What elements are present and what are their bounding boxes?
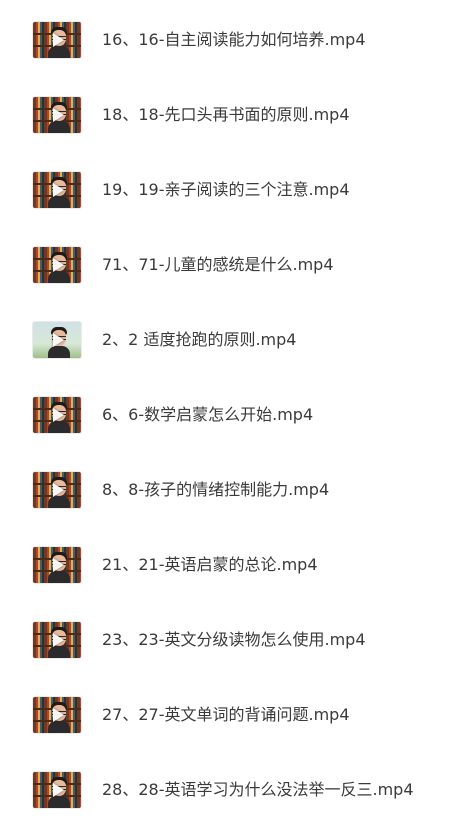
file-name[interactable]: 18、18-先口头再书面的原则.mp4 bbox=[102, 104, 350, 126]
video-thumbnail[interactable] bbox=[33, 97, 81, 133]
file-name[interactable]: 23、23-英文分级读物怎么使用.mp4 bbox=[102, 629, 366, 651]
file-item-71[interactable]: 71、71-儿童的感统是什么.mp4 bbox=[0, 235, 472, 295]
video-thumbnail[interactable] bbox=[33, 697, 81, 733]
play-icon bbox=[53, 258, 64, 272]
video-thumbnail-light[interactable] bbox=[33, 322, 81, 358]
video-thumbnail[interactable] bbox=[33, 22, 81, 58]
file-name[interactable]: 19、19-亲子阅读的三个注意.mp4 bbox=[102, 179, 350, 201]
file-name[interactable]: 16、16-自主阅读能力如何培养.mp4 bbox=[102, 29, 366, 51]
file-name[interactable]: 2、2 适度抢跑的原则.mp4 bbox=[102, 329, 296, 351]
file-item-6[interactable]: 6、6-数学启蒙怎么开始.mp4 bbox=[0, 385, 472, 445]
file-item-19[interactable]: 19、19-亲子阅读的三个注意.mp4 bbox=[0, 160, 472, 220]
file-item-16[interactable]: 16、16-自主阅读能力如何培养.mp4 bbox=[0, 10, 472, 70]
video-file-list: 16、16-自主阅读能力如何培养.mp4 18、18-先口头再书面的原则.mp4… bbox=[0, 0, 472, 825]
play-icon bbox=[53, 558, 64, 572]
play-icon bbox=[53, 108, 64, 122]
file-item-21[interactable]: 21、21-英语启蒙的总论.mp4 bbox=[0, 535, 472, 595]
play-icon bbox=[53, 33, 64, 47]
file-item-28[interactable]: 28、28-英语学习为什么没法举一反三.mp4 bbox=[0, 760, 472, 820]
play-icon bbox=[53, 483, 64, 497]
file-item-2[interactable]: 2、2 适度抢跑的原则.mp4 bbox=[0, 310, 472, 370]
video-thumbnail[interactable] bbox=[33, 247, 81, 283]
play-icon bbox=[53, 408, 64, 422]
play-icon bbox=[53, 333, 64, 347]
play-icon bbox=[53, 783, 64, 797]
video-thumbnail[interactable] bbox=[33, 172, 81, 208]
play-icon bbox=[53, 183, 64, 197]
file-name[interactable]: 6、6-数学启蒙怎么开始.mp4 bbox=[102, 404, 313, 426]
video-thumbnail[interactable] bbox=[33, 547, 81, 583]
play-icon bbox=[53, 633, 64, 647]
file-name[interactable]: 21、21-英语启蒙的总论.mp4 bbox=[102, 554, 318, 576]
file-name[interactable]: 27、27-英文单词的背诵问题.mp4 bbox=[102, 704, 350, 726]
file-item-27[interactable]: 27、27-英文单词的背诵问题.mp4 bbox=[0, 685, 472, 745]
file-name[interactable]: 28、28-英语学习为什么没法举一反三.mp4 bbox=[102, 779, 414, 801]
video-thumbnail[interactable] bbox=[33, 397, 81, 433]
video-thumbnail[interactable] bbox=[33, 772, 81, 808]
file-item-18[interactable]: 18、18-先口头再书面的原则.mp4 bbox=[0, 85, 472, 145]
file-item-23[interactable]: 23、23-英文分级读物怎么使用.mp4 bbox=[0, 610, 472, 670]
video-thumbnail[interactable] bbox=[33, 622, 81, 658]
video-thumbnail[interactable] bbox=[33, 472, 81, 508]
file-name[interactable]: 71、71-儿童的感统是什么.mp4 bbox=[102, 254, 334, 276]
file-item-8[interactable]: 8、8-孩子的情绪控制能力.mp4 bbox=[0, 460, 472, 520]
file-name[interactable]: 8、8-孩子的情绪控制能力.mp4 bbox=[102, 479, 329, 501]
play-icon bbox=[53, 708, 64, 722]
